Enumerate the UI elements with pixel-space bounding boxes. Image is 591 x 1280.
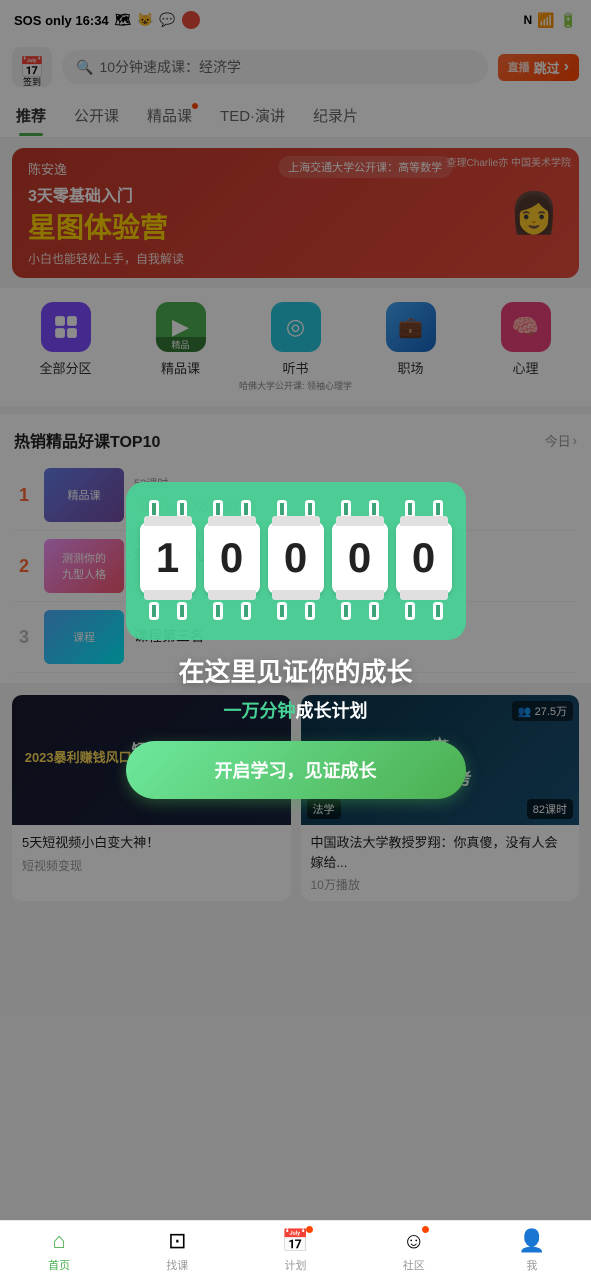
nav-home[interactable]: ⌂ 首页 — [0, 1221, 118, 1280]
find-icon: ⊡ — [168, 1228, 186, 1254]
me-icon: 👤 — [518, 1228, 545, 1254]
community-icon: ☺ — [402, 1228, 424, 1254]
overlay: 1 0 0 0 0 — [0, 0, 591, 1280]
ring-b10 — [433, 602, 443, 620]
ring-b3 — [213, 602, 223, 620]
ring-group-3 — [268, 500, 324, 518]
nav-community[interactable]: ☺ 社区 — [355, 1221, 473, 1280]
sub-highlight: 成长计划 — [296, 701, 368, 721]
nav-home-label: 首页 — [48, 1257, 70, 1273]
ring-3 — [213, 500, 223, 518]
nav-plan[interactable]: 📅 计划 — [236, 1221, 354, 1280]
ring-group-b3 — [268, 602, 324, 620]
slogan-text: 在这里见证你的成长 — [178, 652, 412, 689]
nav-find-label: 找课 — [166, 1257, 188, 1273]
ring-group-2 — [204, 500, 260, 518]
ring-9 — [405, 500, 415, 518]
digit-4: 0 — [332, 522, 388, 594]
ring-b4 — [241, 602, 251, 620]
ring-7 — [341, 500, 351, 518]
ring-10 — [433, 500, 443, 518]
ring-b6 — [305, 602, 315, 620]
counter-card: 1 0 0 0 0 — [126, 482, 466, 640]
nav-plan-label: 计划 — [285, 1257, 307, 1273]
ring-4 — [241, 500, 251, 518]
ring-b9 — [405, 602, 415, 620]
ring-b2 — [177, 602, 187, 620]
ring-b8 — [369, 602, 379, 620]
ring-5 — [277, 500, 287, 518]
ring-group-b1 — [140, 602, 196, 620]
digit-5: 0 — [396, 522, 452, 594]
bottom-nav: ⌂ 首页 ⊡ 找课 📅 计划 ☺ 社区 👤 我 — [0, 1220, 591, 1280]
ring-2 — [177, 500, 187, 518]
nav-me-label: 我 — [526, 1257, 537, 1273]
digit-2: 0 — [204, 522, 260, 594]
cta-button[interactable]: 开启学习，见证成长 — [126, 741, 466, 799]
nav-me[interactable]: 👤 我 — [473, 1221, 591, 1280]
ring-8 — [369, 500, 379, 518]
nav-community-label: 社区 — [403, 1257, 425, 1273]
digit-3: 0 — [268, 522, 324, 594]
counter-digits: 1 0 0 0 0 — [140, 522, 452, 594]
ring-group-5 — [396, 500, 452, 518]
ring-group-b2 — [204, 602, 260, 620]
ring-group-1 — [140, 500, 196, 518]
ring-group-b4 — [332, 602, 388, 620]
nav-find[interactable]: ⊡ 找课 — [118, 1221, 236, 1280]
slogan-sub: 一万分钟成长计划 — [224, 697, 368, 723]
ring-6 — [305, 500, 315, 518]
ring-group-b5 — [396, 602, 452, 620]
digit-rings-bottom — [126, 602, 466, 620]
ring-b5 — [277, 602, 287, 620]
digit-rings-top — [126, 500, 466, 518]
ring-b1 — [149, 602, 159, 620]
ring-b7 — [341, 602, 351, 620]
home-icon: ⌂ — [52, 1228, 65, 1254]
digit-1: 1 — [140, 522, 196, 594]
ring-1 — [149, 500, 159, 518]
ring-group-4 — [332, 500, 388, 518]
plan-icon: 📅 — [282, 1228, 309, 1254]
sub-prefix: 一万分钟 — [224, 701, 296, 721]
